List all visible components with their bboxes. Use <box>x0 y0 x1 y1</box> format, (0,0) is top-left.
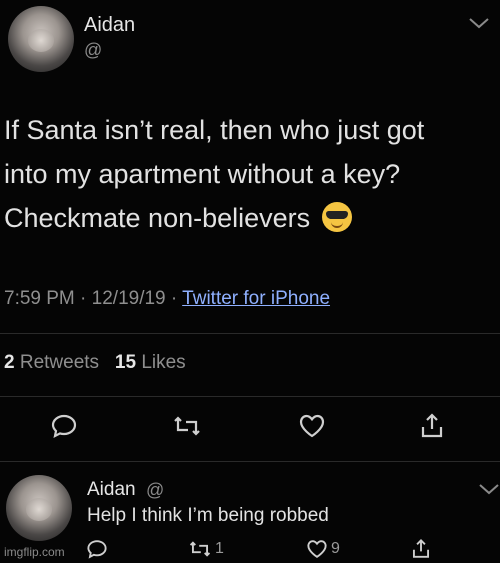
author-handle[interactable]: @ <box>84 40 102 61</box>
share-icon[interactable] <box>410 538 432 560</box>
reply-chevron-down-icon[interactable] <box>476 480 500 498</box>
retweets-label: Retweets <box>19 352 100 373</box>
likes-label: Likes <box>141 352 186 373</box>
meta-separator: · <box>80 288 87 309</box>
reply-icon[interactable] <box>86 538 108 560</box>
engagement-counts: 2 Retweets 15 Likes <box>4 352 186 374</box>
likes-count: 15 <box>114 352 137 373</box>
tweet-text-segment: Checkmate non-believers <box>4 203 311 233</box>
reply-author-name[interactable]: Aidan <box>87 479 136 501</box>
tweet-meta: 7:59 PM · 12/19/19 · Twitter for iPhone <box>4 288 330 310</box>
reply-text: Help I think I’m being robbed <box>87 505 329 526</box>
tweet-text: If Santa isn’t real, then who just got i… <box>4 108 494 240</box>
source-link[interactable]: Twitter for iPhone <box>182 288 330 309</box>
meta-separator: · <box>170 288 178 309</box>
retweets-count: 2 <box>4 352 15 373</box>
tweet-text-line: Checkmate non-believers <box>4 196 494 240</box>
reply-like-count: 9 <box>331 540 340 557</box>
retweet-icon[interactable] <box>172 412 202 440</box>
like-icon[interactable] <box>306 538 328 560</box>
reply-author-handle[interactable]: @ <box>146 480 164 501</box>
divider <box>0 396 500 397</box>
tweet-date: 12/19/19 <box>91 288 166 309</box>
tweet-text-line: If Santa isn’t real, then who just got <box>4 115 425 145</box>
avatar[interactable] <box>8 6 74 72</box>
sunglasses-emoji-icon <box>321 202 352 232</box>
retweet-icon[interactable] <box>188 538 212 560</box>
reply-retweet-count: 1 <box>215 540 224 557</box>
likes-stat[interactable]: 15 Likes <box>115 352 186 373</box>
divider <box>0 333 500 334</box>
divider <box>0 461 500 462</box>
share-icon[interactable] <box>418 412 446 440</box>
reply-avatar[interactable] <box>6 475 72 541</box>
tweet-time: 7:59 PM <box>4 288 75 309</box>
reply-icon[interactable] <box>50 412 78 440</box>
author-name[interactable]: Aidan <box>84 14 135 37</box>
retweets-stat[interactable]: 2 Retweets <box>4 352 99 373</box>
watermark: imgflip.com <box>4 545 65 559</box>
like-icon[interactable] <box>298 412 326 440</box>
chevron-down-icon[interactable] <box>466 14 492 32</box>
tweet-text-line: into my apartment without a key? <box>4 159 401 189</box>
